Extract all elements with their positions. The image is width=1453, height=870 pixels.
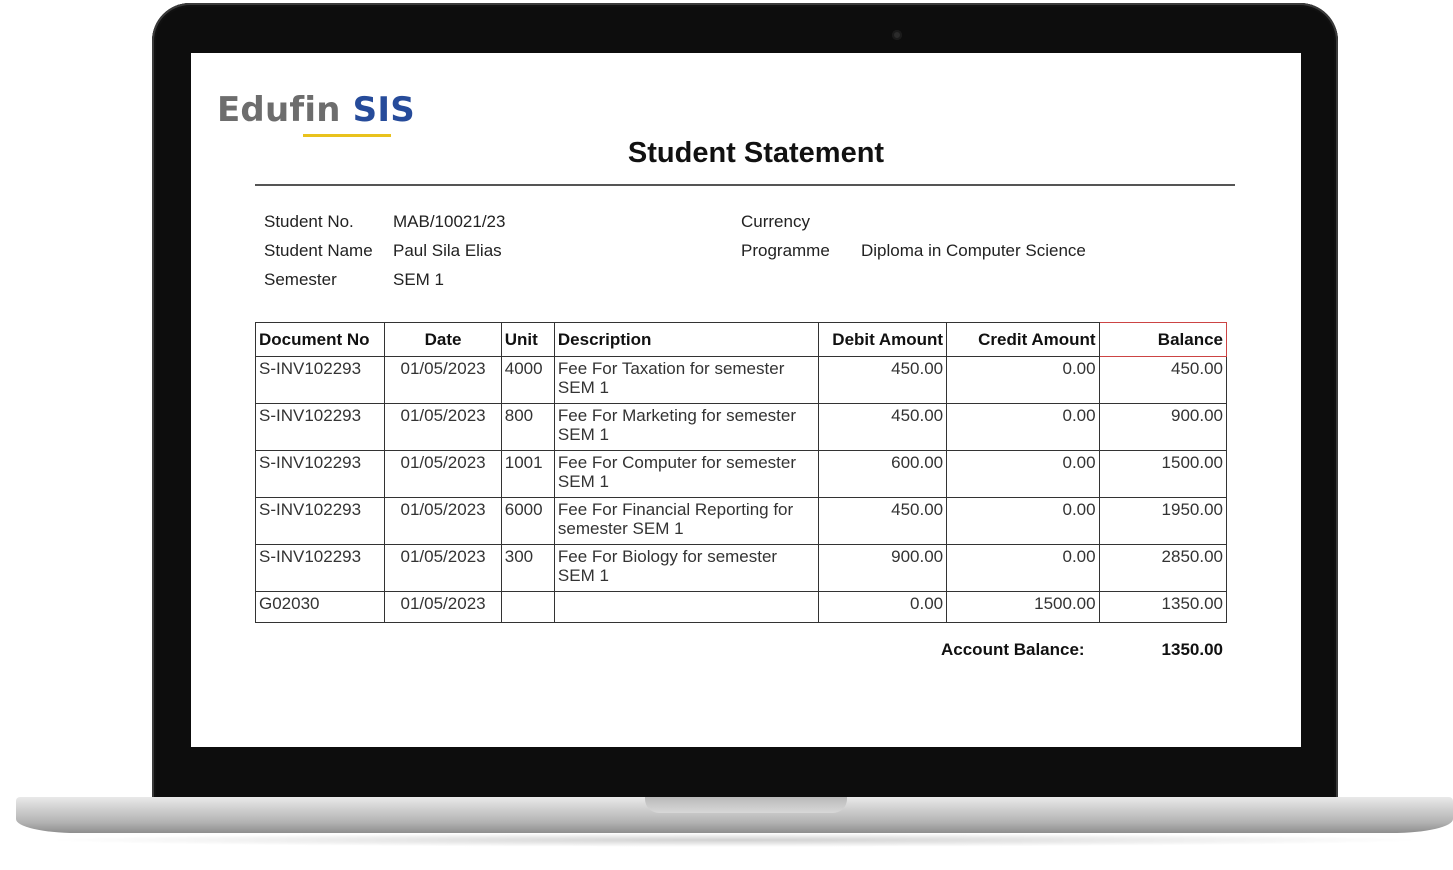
cell-credit-amount: 1500.00 [946,591,1100,623]
cell-description: Fee For Taxation for semester SEM 1 [553,356,819,404]
cell-credit-amount: 0.00 [946,356,1100,404]
laptop-notch [645,797,847,813]
statement-screen: Edufin SIS Student Statement Student No.… [191,53,1301,747]
cell-document-no: S-INV102293 [254,497,386,545]
table-row: S-INV102293 01/05/2023 300 Fee For Biolo… [254,544,1228,592]
camera-icon [892,30,902,40]
col-header-credit-amount: Credit Amount [946,322,1100,357]
cell-unit: 800 [500,403,555,451]
table-row: S-INV102293 01/05/2023 6000 Fee For Fina… [254,497,1228,545]
programme-value: Diploma in Computer Science [861,241,1086,260]
currency-label: Currency [741,212,810,231]
page-title: Student Statement [627,137,885,169]
cell-description: Fee For Computer for semester SEM 1 [553,450,819,498]
cell-balance: 900.00 [1098,403,1228,451]
col-header-balance: Balance [1098,322,1228,357]
cell-balance: 1950.00 [1098,497,1228,545]
cell-date: 01/05/2023 [384,356,502,404]
semester-value: SEM 1 [393,270,445,289]
title-divider [255,184,1235,186]
cell-debit-amount: 600.00 [817,450,948,498]
col-header-description: Description [553,322,819,357]
cell-date: 01/05/2023 [384,497,502,545]
cell-date: 01/05/2023 [384,403,502,451]
student-no-label: Student No. [264,212,354,231]
semester-label: Semester [264,270,337,289]
cell-date: 01/05/2023 [384,544,502,592]
cell-description [553,591,819,623]
cell-date: 01/05/2023 [384,450,502,498]
cell-credit-amount: 0.00 [946,403,1100,451]
cell-debit-amount: 900.00 [817,544,948,592]
cell-credit-amount: 0.00 [946,544,1100,592]
col-header-date: Date [384,322,502,357]
programme-label: Programme [741,241,830,260]
student-no-value: MAB/10021/23 [393,212,506,231]
cell-document-no: S-INV102293 [254,403,386,451]
col-header-document-no: Document No [254,322,386,357]
cell-date: 01/05/2023 [384,591,502,623]
cell-description: Fee For Marketing for semester SEM 1 [553,403,819,451]
statement-table: Document No Date Unit Description Debit … [254,322,1228,623]
cell-debit-amount: 450.00 [817,403,948,451]
cell-description: Fee For Biology for semester SEM 1 [553,544,819,592]
table-row: S-INV102293 01/05/2023 800 Fee For Marke… [254,403,1228,451]
cell-document-no: S-INV102293 [254,544,386,592]
cell-balance: 1500.00 [1098,450,1228,498]
brand-suffix: SIS [352,90,415,130]
cell-description: Fee For Financial Reporting for semester… [553,497,819,545]
student-name-label: Student Name [264,241,373,260]
cell-debit-amount: 0.00 [817,591,948,623]
table-row: S-INV102293 01/05/2023 4000 Fee For Taxa… [254,356,1228,404]
cell-debit-amount: 450.00 [817,497,948,545]
col-header-unit: Unit [500,322,555,357]
cell-unit: 6000 [500,497,555,545]
cell-balance: 2850.00 [1098,544,1228,592]
laptop-shadow [40,833,1430,847]
cell-unit: 4000 [500,356,555,404]
brand-name: Edufin [217,90,341,130]
cell-balance: 1350.00 [1098,591,1228,623]
cell-credit-amount: 0.00 [946,450,1100,498]
table-row: G02030 01/05/2023 0.00 1500.00 1350.00 [254,591,1228,623]
account-balance-label: Account Balance: [941,640,1085,659]
cell-document-no: S-INV102293 [254,356,386,404]
brand-logo: Edufin SIS [217,90,415,130]
table-header-row: Document No Date Unit Description Debit … [254,322,1228,357]
cell-unit [500,591,555,623]
student-name-value: Paul Sila Elias [393,241,502,260]
col-header-debit-amount: Debit Amount [817,322,948,357]
cell-document-no: S-INV102293 [254,450,386,498]
cell-credit-amount: 0.00 [946,497,1100,545]
cell-balance: 450.00 [1098,356,1228,404]
cell-unit: 300 [500,544,555,592]
cell-document-no: G02030 [254,591,386,623]
cell-debit-amount: 450.00 [817,356,948,404]
account-balance-value: 1350.00 [1161,640,1223,659]
laptop-mockup: Edufin SIS Student Statement Student No.… [0,0,1453,870]
cell-unit: 1001 [500,450,555,498]
table-row: S-INV102293 01/05/2023 1001 Fee For Comp… [254,450,1228,498]
